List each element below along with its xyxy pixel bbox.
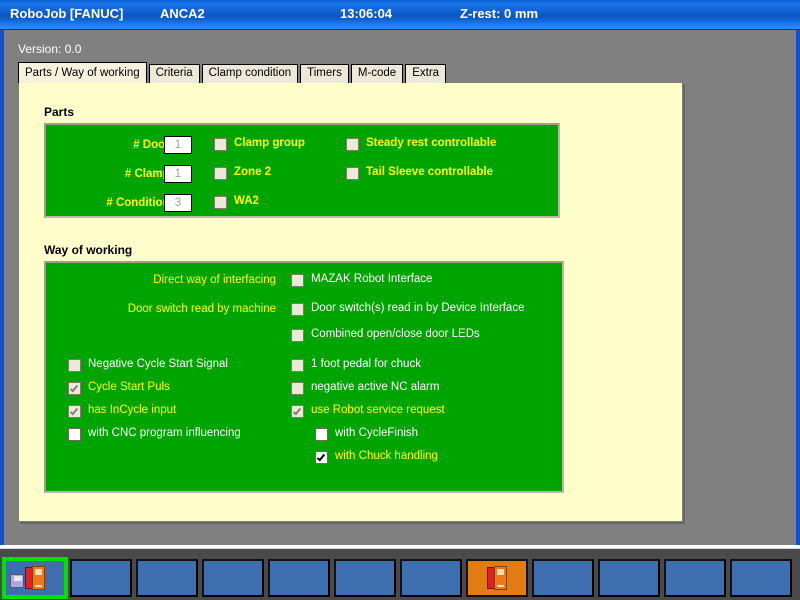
tab-timers[interactable]: Timers [300, 64, 349, 83]
door-switch-read-by-machine-label: Door switch read by machine [127, 303, 276, 315]
use-robot-service-request-label: use Robot service request [311, 404, 445, 416]
zone-2-checkbox[interactable] [214, 167, 227, 180]
taskbar-button-12[interactable] [730, 559, 792, 597]
machine-name: ANCA2 [160, 6, 205, 21]
use-robot-service-request-checkbox[interactable] [291, 405, 304, 418]
conditions-label: # Conditions [106, 197, 176, 209]
tab-page: Parts # Doors # Clamps # Conditions 1 1 … [18, 82, 683, 522]
clock: 13:06:04 [340, 6, 393, 21]
doors-input[interactable]: 1 [164, 136, 192, 154]
one-foot-pedal-for-chuck-label: 1 foot pedal for chuck [311, 358, 421, 370]
with-cyclefinish-checkbox[interactable] [315, 428, 328, 441]
clamp-group-label: Clamp group [234, 137, 305, 149]
taskbar-button-8[interactable] [466, 559, 528, 597]
conditions-input[interactable]: 3 [164, 194, 192, 212]
with-chuck-handling-checkbox[interactable] [315, 451, 328, 464]
machine-cabinet-icon [22, 565, 48, 591]
save-machine-icon [10, 565, 48, 591]
application-window: RoboJob [FANUC] ANCA2 13:06:04 Z-rest: 0… [0, 0, 800, 600]
way-of-working-group-box: Direct way of interfacing Door switch re… [44, 261, 564, 493]
negative-active-nc-alarm-label: negative active NC alarm [311, 381, 440, 393]
taskbar-button-4[interactable] [202, 559, 264, 597]
app-title: RoboJob [FANUC] [10, 6, 124, 21]
machine-icon [484, 565, 510, 591]
clamp-group-checkbox[interactable] [214, 138, 227, 151]
cycle-start-puls-label: Cycle Start Puls [88, 381, 170, 393]
mazak-robot-interface-label: MAZAK Robot Interface [311, 273, 433, 285]
negative-active-nc-alarm-checkbox[interactable] [291, 382, 304, 395]
has-incycle-input-label: has InCycle input [88, 404, 177, 416]
negative-cycle-start-signal-label: Negative Cycle Start Signal [88, 358, 228, 370]
has-incycle-input-checkbox[interactable] [68, 405, 81, 418]
steady-rest-controllable-checkbox[interactable] [346, 138, 359, 151]
parts-group-box: # Doors # Clamps # Conditions 1 1 3 Clam… [44, 123, 560, 218]
taskbar-button-9[interactable] [532, 559, 594, 597]
left-accent-strip [0, 30, 4, 545]
combined-door-leds-checkbox[interactable] [291, 329, 304, 342]
with-cnc-program-influencing-checkbox[interactable] [68, 428, 81, 441]
mazak-robot-interface-checkbox[interactable] [291, 274, 304, 287]
taskbar-button-2[interactable] [70, 559, 132, 597]
wa2-label: WA2 [234, 195, 259, 207]
taskbar [0, 548, 800, 600]
door-switch-device-interface-label: Door switch(s) read in by Device Interfa… [311, 302, 525, 314]
tab-m-code[interactable]: M-code [350, 64, 404, 83]
parts-group-title: Parts [44, 105, 75, 119]
tail-sleeve-controllable-checkbox[interactable] [346, 167, 359, 180]
direct-way-of-interfacing-label: Direct way of interfacing [153, 274, 276, 286]
right-accent-strip [796, 30, 800, 545]
taskbar-button-3[interactable] [136, 559, 198, 597]
way-of-working-group-title: Way of working [44, 243, 133, 257]
taskbar-button-1[interactable] [2, 557, 68, 599]
tab-parts-way-of-working[interactable]: Parts / Way of working [18, 62, 147, 83]
combined-door-leds-label: Combined open/close door LEDs [311, 328, 480, 340]
title-bar: RoboJob [FANUC] ANCA2 13:06:04 Z-rest: 0… [0, 0, 800, 30]
taskbar-button-10[interactable] [598, 559, 660, 597]
one-foot-pedal-for-chuck-checkbox[interactable] [291, 359, 304, 372]
tab-strip: Parts / Way of working Criteria Clamp co… [18, 62, 448, 83]
with-chuck-handling-label: with Chuck handling [335, 450, 438, 462]
cycle-start-puls-checkbox[interactable] [68, 382, 81, 395]
steady-rest-controllable-label: Steady rest controllable [366, 137, 497, 149]
tab-extra[interactable]: Extra [405, 64, 447, 83]
with-cnc-program-influencing-label: with CNC program influencing [88, 427, 241, 439]
with-cyclefinish-label: with CycleFinish [335, 427, 419, 439]
tab-clamp-condition[interactable]: Clamp condition [201, 64, 299, 83]
z-rest-indicator: Z-rest: 0 mm [460, 6, 539, 21]
taskbar-button-list [2, 557, 792, 599]
taskbar-button-7[interactable] [400, 559, 462, 597]
taskbar-button-5[interactable] [268, 559, 330, 597]
version-label: Version: 0.0 [18, 42, 82, 56]
tab-criteria[interactable]: Criteria [148, 64, 200, 83]
clamps-input[interactable]: 1 [164, 165, 192, 183]
doors-label: # Doors [133, 139, 176, 151]
negative-cycle-start-signal-checkbox[interactable] [68, 359, 81, 372]
tail-sleeve-controllable-label: Tail Sleeve controllable [366, 166, 493, 178]
taskbar-button-11[interactable] [664, 559, 726, 597]
door-switch-device-interface-checkbox[interactable] [291, 303, 304, 316]
taskbar-button-6[interactable] [334, 559, 396, 597]
wa2-checkbox[interactable] [214, 196, 227, 209]
zone-2-label: Zone 2 [234, 166, 272, 178]
clamps-label: # Clamps [124, 168, 176, 180]
